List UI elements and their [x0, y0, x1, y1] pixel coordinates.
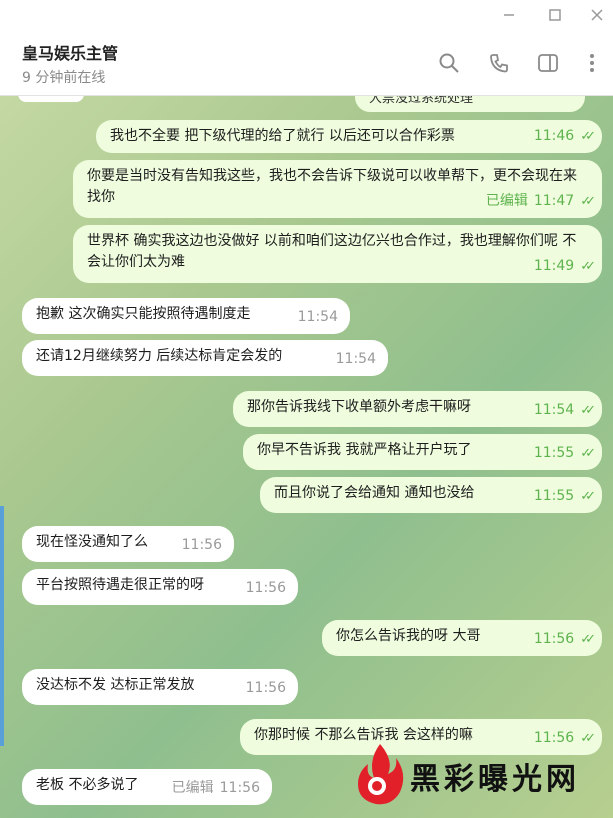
message-time: 11:54: [336, 349, 376, 370]
watermark: 黑彩曝光网: [350, 740, 610, 810]
read-check-icon: ✓✓: [580, 403, 596, 418]
read-check-icon: ✓✓: [580, 489, 596, 504]
message-outgoing: 而且你说了会给通知 通知也没给 11:55 ✓✓: [260, 477, 602, 513]
message-time: 11:56: [246, 678, 286, 699]
time-text: 11:56: [219, 780, 260, 796]
message-time: 11:56 ✓✓: [533, 629, 596, 650]
message-outgoing: 你要是当时没有告知我这些，我也不会告诉下级说可以收单帮下，更不会现在来找你 已编…: [73, 160, 602, 218]
partial-message: 大票没过系统处理: [355, 96, 585, 112]
message-time: 11:46 ✓✓: [533, 126, 596, 147]
read-check-icon: ✓✓: [580, 194, 596, 209]
time-text: 11:56: [245, 680, 286, 696]
read-check-icon: ✓✓: [580, 259, 596, 274]
message-text: 还请12月继续努力 后续达标肯定会发的: [36, 348, 283, 364]
edited-label: 已编辑: [171, 780, 214, 796]
read-check-icon: ✓✓: [580, 632, 596, 647]
message-time: 11:56: [246, 578, 286, 599]
message-incoming: 老板 不必多说了 已编辑 11:56: [22, 769, 272, 805]
time-text: 11:49: [533, 258, 575, 274]
sidebar-icon[interactable]: [535, 50, 561, 76]
chat-messages-area[interactable]: 大票没过系统处理 我也不全要 把下级代理的给了就行 以后还可以合作彩票 11:4…: [0, 96, 613, 818]
time-text: 11:55: [533, 488, 575, 504]
read-check-icon: ✓✓: [580, 129, 596, 144]
time-text: 11:54: [297, 309, 338, 325]
message-text: 没达标不发 达标正常发放: [36, 677, 195, 693]
message-text: 世界杯 确实我这边也没做好 以前和咱们这边亿兴也合作过，我也理解你们呢 不会让你…: [87, 233, 577, 270]
message-text: 我也不全要 把下级代理的给了就行 以后还可以合作彩票: [110, 128, 455, 144]
message-text: 老板 不必多说了: [36, 777, 139, 793]
time-text: 11:56: [245, 580, 286, 596]
message-time: 11:55 ✓✓: [533, 486, 596, 507]
left-edge-indicator: [0, 506, 4, 746]
chat-title[interactable]: 皇马娱乐主管: [22, 40, 118, 64]
message-text: 抱歉 这次确实只能按照待遇制度走: [36, 306, 251, 322]
edited-label: 已编辑: [485, 193, 528, 209]
message-text: 你早不告诉我 我就严格让开户玩了: [257, 442, 472, 458]
search-icon[interactable]: [436, 50, 462, 76]
time-text: 11:55: [533, 445, 575, 461]
read-check-icon: ✓✓: [580, 446, 596, 461]
partial-incoming-bubble: [18, 96, 84, 102]
close-icon[interactable]: [586, 4, 608, 26]
maximize-icon[interactable]: [544, 4, 566, 26]
last-seen-status: 9 分钟前在线: [22, 70, 106, 86]
chat-header: 皇马娱乐主管 9 分钟前在线: [0, 30, 613, 96]
message-time: 11:54 ✓✓: [533, 400, 596, 421]
message-text: 现在怪没通知了么: [36, 534, 148, 550]
time-text: 11:47: [533, 193, 575, 209]
message-outgoing: 那你告诉我线下收单额外考虑干嘛呀 11:54 ✓✓: [233, 391, 602, 427]
message-incoming: 没达标不发 达标正常发放 11:56: [22, 669, 298, 705]
message-time: 11:55 ✓✓: [533, 443, 596, 464]
message-incoming: 现在怪没通知了么 11:56: [22, 526, 234, 562]
message-time: 已编辑 11:47 ✓✓: [485, 191, 596, 212]
message-time: 已编辑 11:56: [172, 778, 260, 799]
message-incoming: 还请12月继续努力 后续达标肯定会发的 11:54: [22, 340, 388, 376]
partial-message-text: 大票没过系统处理: [369, 96, 474, 106]
message-outgoing: 你早不告诉我 我就严格让开户玩了 11:55 ✓✓: [243, 434, 602, 470]
message-text: 你怎么告诉我的呀 大哥: [336, 628, 481, 644]
message-incoming: 平台按照待遇走很正常的呀 11:56: [22, 569, 298, 605]
more-icon[interactable]: [579, 50, 605, 76]
time-text: 11:56: [533, 631, 575, 647]
message-time: 11:54: [298, 307, 338, 328]
message-time: 11:56: [182, 535, 222, 556]
minimize-icon[interactable]: [498, 4, 520, 26]
message-text: 而且你说了会给通知 通知也没给: [274, 485, 475, 501]
message-incoming: 抱歉 这次确实只能按照待遇制度走 11:54: [22, 298, 350, 334]
window-titlebar: [0, 0, 613, 30]
flame-logo: [358, 744, 404, 805]
message-text: 平台按照待遇走很正常的呀: [36, 577, 204, 593]
time-text: 11:46: [533, 128, 575, 144]
message-time: 11:49 ✓✓: [533, 256, 596, 277]
phone-icon[interactable]: [486, 50, 512, 76]
time-text: 11:54: [335, 351, 376, 367]
watermark-text: 黑彩曝光网: [410, 762, 580, 797]
message-outgoing: 我也不全要 把下级代理的给了就行 以后还可以合作彩票 11:46 ✓✓: [96, 120, 602, 153]
message-text: 那你告诉我线下收单额外考虑干嘛呀: [247, 399, 471, 415]
time-text: 11:56: [181, 537, 222, 553]
message-outgoing: 你怎么告诉我的呀 大哥 11:56 ✓✓: [322, 620, 602, 656]
time-text: 11:54: [533, 402, 575, 418]
message-outgoing: 世界杯 确实我这边也没做好 以前和咱们这边亿兴也合作过，我也理解你们呢 不会让你…: [73, 225, 602, 283]
